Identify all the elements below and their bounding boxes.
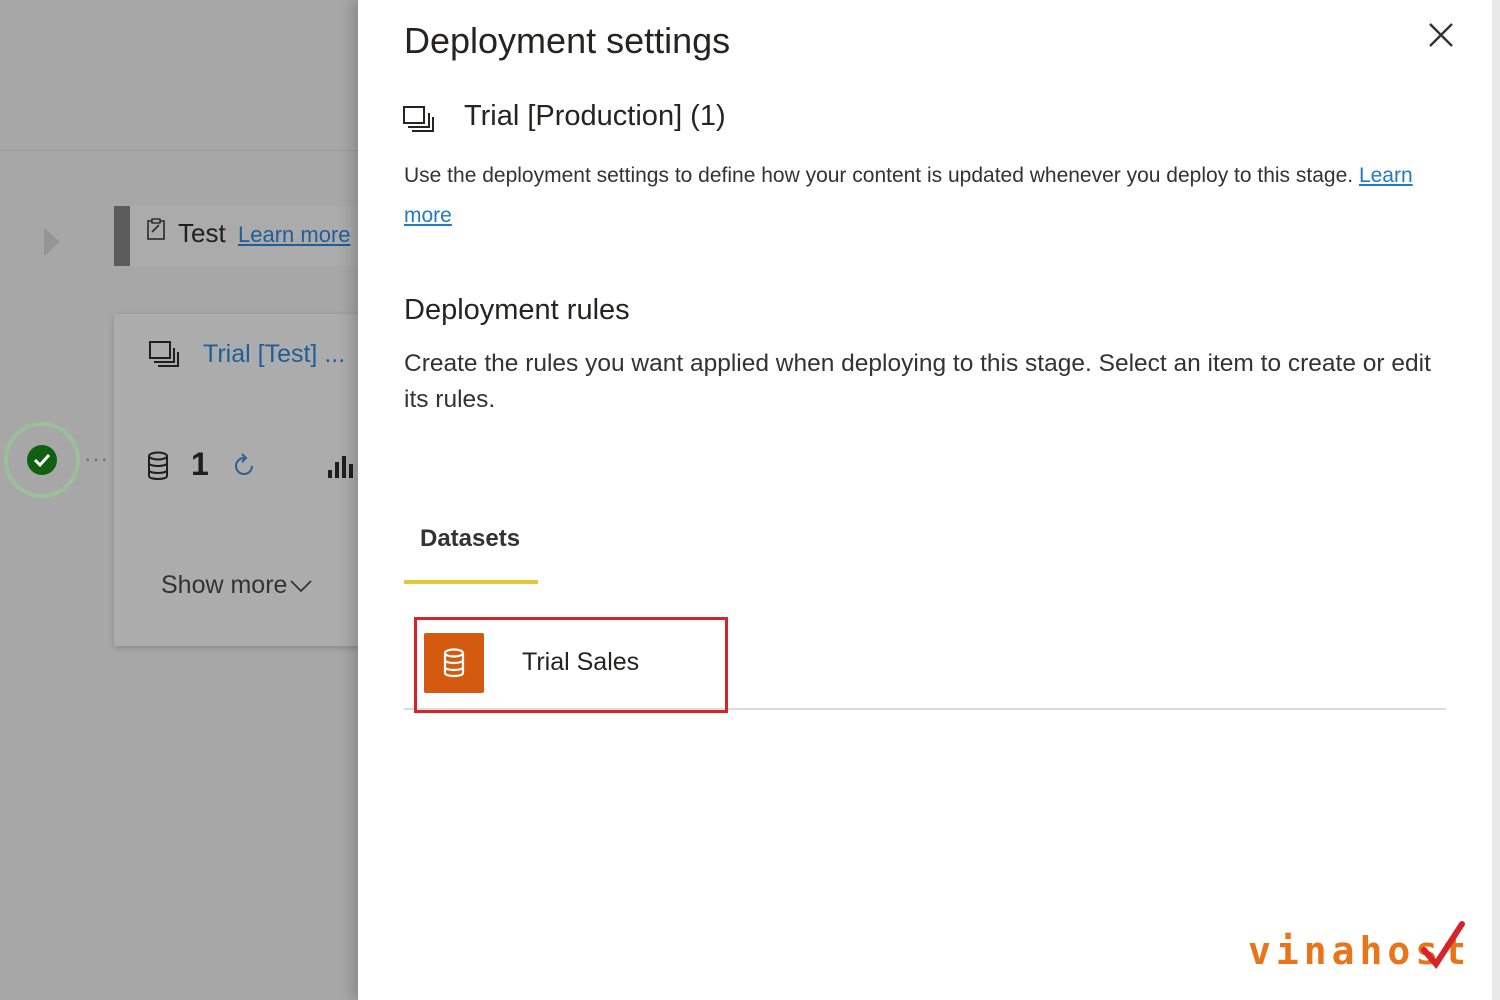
rules-description: Create the rules you want applied when d… bbox=[404, 350, 1431, 413]
workspace-icon bbox=[403, 106, 434, 132]
pipeline-background: Test Learn more Trial [Test] ... ··· 1 S… bbox=[0, 0, 358, 1000]
tab-datasets[interactable]: Datasets bbox=[404, 520, 538, 584]
report-bars-icon bbox=[328, 456, 353, 478]
vinahost-logo: vinahost bbox=[1248, 921, 1466, 970]
stage-learn-more-link[interactable]: Learn more bbox=[238, 222, 351, 248]
expand-arrow-icon[interactable] bbox=[44, 228, 60, 256]
workspace-icon bbox=[149, 341, 179, 367]
settings-description: Use the deployment settings to define ho… bbox=[404, 156, 1414, 236]
panel-title: Deployment settings bbox=[404, 20, 731, 61]
header-divider bbox=[0, 150, 358, 151]
chevron-down-icon bbox=[290, 580, 313, 593]
description-text: Use the deployment settings to define ho… bbox=[404, 164, 1354, 187]
close-icon[interactable] bbox=[1424, 18, 1458, 52]
database-icon bbox=[148, 451, 168, 480]
show-more-label: Show more bbox=[161, 571, 288, 599]
scrollbar-track[interactable] bbox=[1492, 0, 1500, 1000]
refresh-icon[interactable] bbox=[231, 453, 257, 479]
connector-dots: ··· bbox=[84, 446, 109, 471]
workspace-name-link[interactable]: Trial [Test] ... bbox=[203, 340, 345, 369]
dataset-count: 1 bbox=[191, 446, 209, 482]
clipboard-icon bbox=[147, 218, 165, 240]
stage-indicator bbox=[114, 206, 130, 266]
rules-heading: Deployment rules bbox=[404, 294, 630, 326]
check-circle-icon bbox=[27, 445, 57, 475]
highlight-box bbox=[414, 617, 728, 713]
tab-datasets-label: Datasets bbox=[420, 525, 521, 552]
stage-name: Test bbox=[178, 218, 226, 248]
workspace-name: Trial [Production] (1) bbox=[464, 100, 726, 132]
show-more-button[interactable]: Show more bbox=[161, 571, 313, 600]
deployment-settings-panel: Deployment settings Trial [Production] (… bbox=[358, 0, 1500, 1000]
active-tab-indicator bbox=[404, 580, 538, 584]
